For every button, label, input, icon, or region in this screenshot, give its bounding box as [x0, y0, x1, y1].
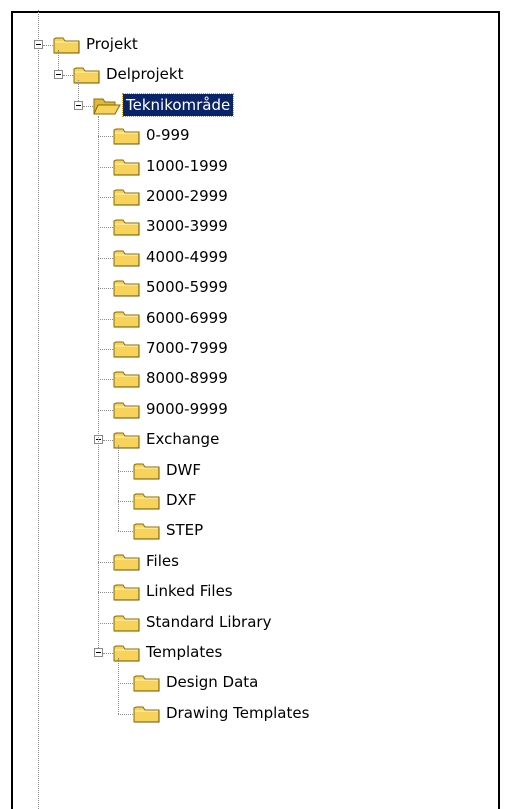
tree-node-exchange-child[interactable]: [0, 519, 500, 543]
tree-connector-line: [118, 658, 119, 714]
exchange-child-label[interactable]: STEP: [163, 519, 206, 541]
tree-connector-line: [98, 561, 113, 563]
exchange-label[interactable]: Exchange: [143, 428, 222, 450]
templates-child-label[interactable]: Drawing Templates: [163, 702, 312, 724]
range-folder-label[interactable]: 3000-3999: [143, 215, 231, 237]
teknikomrade-label[interactable]: Teknikområde: [121, 92, 235, 117]
folder-icon: [133, 521, 161, 541]
folder-icon: [113, 126, 141, 146]
tree-connector-line: [118, 531, 133, 533]
tree-connector-line: [118, 713, 133, 715]
tree-connector-line: [83, 105, 93, 107]
tree-node-folder[interactable]: [0, 550, 500, 574]
templates-label[interactable]: Templates: [143, 641, 225, 663]
range-folder-label[interactable]: 0-999: [143, 124, 193, 146]
folder-label[interactable]: Linked Files: [143, 580, 236, 602]
tree-connector-line: [98, 288, 113, 290]
tree-node-range[interactable]: [0, 155, 500, 179]
tree-connector-line: [118, 683, 133, 685]
tree-node-folder[interactable]: [0, 580, 500, 604]
tree-node-range[interactable]: [0, 276, 500, 300]
range-folder-label[interactable]: 2000-2999: [143, 185, 231, 207]
tree-node-exchange-child[interactable]: [0, 459, 500, 483]
delprojekt-label[interactable]: Delprojekt: [103, 63, 186, 85]
collapse-toggle-icon[interactable]: [54, 70, 63, 80]
folder-icon: [113, 309, 141, 329]
folder-icon: [113, 582, 141, 602]
tree-connector-line: [98, 318, 113, 320]
tree-connector-line: [98, 379, 113, 381]
folder-icon: [113, 339, 141, 359]
range-folder-label[interactable]: 8000-8999: [143, 367, 231, 389]
tree-node-range[interactable]: [0, 398, 500, 422]
folder-icon: [133, 704, 161, 724]
range-folder-label[interactable]: 1000-1999: [143, 155, 231, 177]
range-folder-label[interactable]: 9000-9999: [143, 398, 231, 420]
tree-node-range[interactable]: [0, 307, 500, 331]
tree-connector-line: [98, 257, 113, 259]
folder-open-icon: [93, 96, 121, 116]
range-folder-label[interactable]: 4000-4999: [143, 246, 231, 268]
exchange-child-label[interactable]: DWF: [163, 459, 204, 481]
folder-icon: [113, 613, 141, 633]
tree-node-exchange[interactable]: [0, 428, 500, 452]
tree-connector-line: [118, 470, 133, 472]
projekt-label[interactable]: Projekt: [83, 33, 141, 55]
folder-icon: [113, 400, 141, 420]
tree-node-range[interactable]: [0, 185, 500, 209]
folder-icon: [113, 187, 141, 207]
folder-icon: [113, 157, 141, 177]
folder-icon: [113, 552, 141, 572]
folder-tree[interactable]: Projekt Delprojekt Teknikområde 0-999 10…: [0, 0, 512, 809]
folder-icon: [113, 217, 141, 237]
collapse-toggle-icon[interactable]: [94, 648, 103, 657]
tree-connector-line: [98, 409, 113, 411]
tree-node-range[interactable]: [0, 337, 500, 361]
folder-label[interactable]: Standard Library: [143, 611, 274, 633]
collapse-toggle-icon[interactable]: [74, 100, 83, 110]
tree-connector-line: [118, 501, 133, 502]
folder-icon: [133, 461, 161, 481]
collapse-toggle-icon[interactable]: [34, 40, 43, 49]
folder-icon: [133, 673, 161, 693]
tree-node-range[interactable]: [0, 367, 500, 391]
tree-connector-line: [78, 80, 79, 101]
tree-connector-line: [98, 197, 113, 198]
tree-connector-line: [63, 75, 73, 77]
tree-connector-line: [98, 622, 113, 624]
tree-node-templates[interactable]: [0, 641, 500, 665]
folder-icon: [133, 491, 161, 511]
range-folder-label[interactable]: 5000-5999: [143, 276, 231, 298]
tree-connector-line: [98, 227, 113, 229]
tree-node-exchange-child[interactable]: [0, 489, 500, 513]
tree-connector-line: [98, 166, 113, 168]
tree-node-range[interactable]: [0, 246, 500, 270]
tree-connector-line: [43, 45, 53, 46]
folder-icon: [113, 369, 141, 389]
tree-connector-line: [103, 440, 113, 442]
tree-connector-line: [98, 115, 99, 648]
folder-label[interactable]: Files: [143, 550, 182, 572]
templates-child-label[interactable]: Design Data: [163, 671, 261, 693]
exchange-child-label[interactable]: DXF: [163, 489, 199, 511]
range-folder-label[interactable]: 7000-7999: [143, 337, 231, 359]
tree-node-range[interactable]: [0, 124, 500, 148]
tree-connector-line: [58, 50, 59, 71]
tree-connector-line: [103, 653, 113, 654]
folder-icon: [113, 248, 141, 268]
folder-icon: [113, 278, 141, 298]
tree-connector-line: [118, 445, 119, 532]
range-folder-label[interactable]: 6000-6999: [143, 307, 231, 329]
tree-connector-line: [98, 592, 113, 594]
tree-connector-line: [98, 349, 113, 350]
tree-connector-line: [98, 136, 113, 138]
tree-node-range[interactable]: [0, 215, 500, 239]
